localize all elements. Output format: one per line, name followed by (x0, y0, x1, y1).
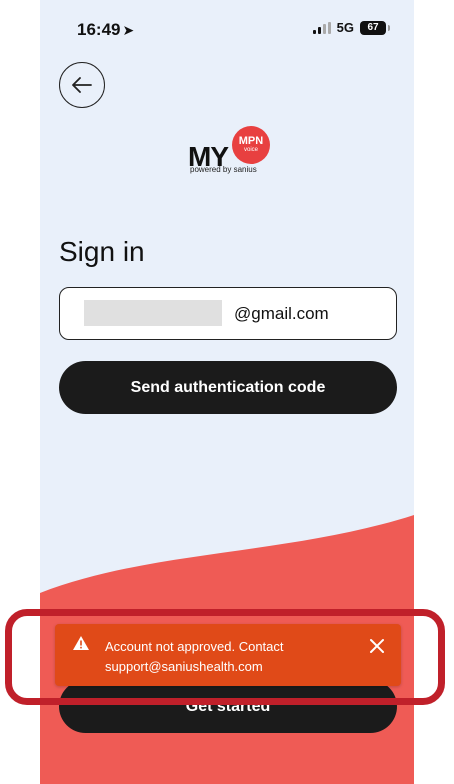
battery-icon: 67 (360, 20, 390, 35)
logo-badge-sub: voice (243, 147, 258, 153)
back-button[interactable] (59, 62, 105, 108)
status-bar: 16:49 ➤ 5G 67 (40, 0, 414, 60)
logo-badge-main: MPN (238, 135, 264, 147)
location-arrow-icon: ➤ (122, 22, 135, 38)
status-indicators: 5G 67 (312, 20, 390, 35)
logo-powered-by: powered by sanius (190, 165, 257, 174)
network-label: 5G (336, 20, 354, 35)
status-time: 16:49 ➤ (77, 20, 134, 40)
page-title: Sign in (59, 236, 145, 267)
logo-badge: MPN voice (232, 126, 270, 164)
battery-level: 67 (367, 22, 379, 33)
arrow-left-icon (72, 77, 92, 93)
email-redacted-area (84, 300, 222, 326)
email-field[interactable]: @gmail.com (59, 287, 397, 340)
app-logo: MY MPN voice powered by sanius (188, 123, 288, 183)
highlight-annotation (5, 609, 445, 705)
signal-icon (312, 21, 331, 34)
send-code-button[interactable]: Send authentication code (59, 361, 397, 414)
status-time-text: 16:49 (77, 20, 121, 39)
email-value: @gmail.com (234, 304, 329, 323)
